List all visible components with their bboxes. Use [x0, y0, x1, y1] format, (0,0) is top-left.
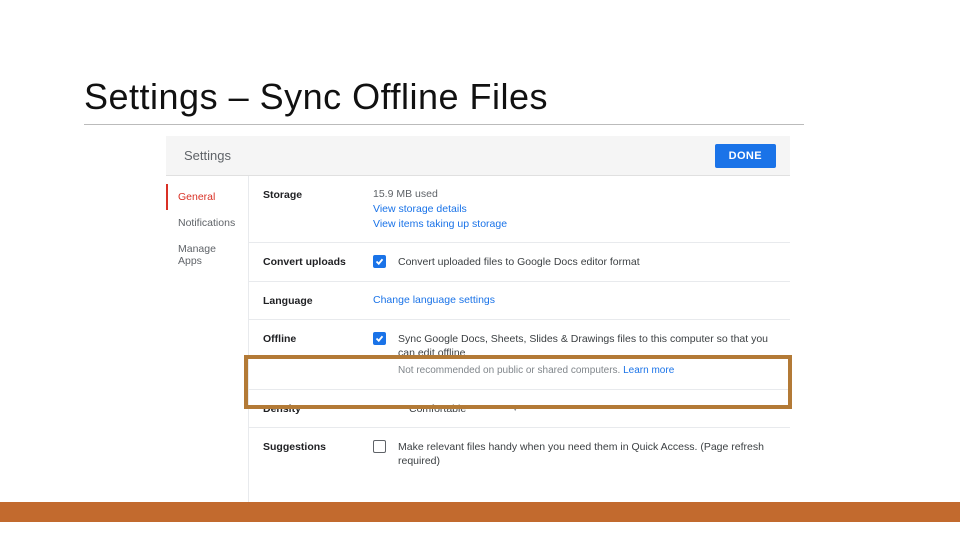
suggestions-value: Make relevant files handy when you need … — [373, 440, 776, 468]
settings-sidebar: General Notifications Manage Apps — [166, 176, 248, 516]
offline-text: Sync Google Docs, Sheets, Slides & Drawi… — [398, 333, 768, 359]
storage-value: 15.9 MB used View storage details View i… — [373, 188, 776, 230]
offline-checkbox[interactable] — [373, 332, 386, 345]
slide-footer-bar — [0, 502, 960, 522]
storage-label: Storage — [263, 188, 373, 230]
title-underline — [84, 124, 804, 125]
density-label: Density — [263, 402, 373, 415]
sidebar-item-general[interactable]: General — [166, 184, 248, 210]
offline-learn-more-link[interactable]: Learn more — [623, 365, 674, 376]
settings-header: Settings DONE — [166, 136, 790, 176]
convert-checkbox[interactable] — [373, 255, 386, 268]
sidebar-item-notifications[interactable]: Notifications — [166, 210, 248, 236]
convert-label: Convert uploads — [263, 255, 373, 269]
language-value: Change language settings — [373, 294, 776, 307]
row-storage: Storage 15.9 MB used View storage detail… — [249, 176, 790, 243]
storage-details-link[interactable]: View storage details — [373, 203, 776, 215]
row-offline: Offline Sync Google Docs, Sheets, Slides… — [249, 320, 790, 390]
offline-text-block: Sync Google Docs, Sheets, Slides & Drawi… — [398, 332, 776, 377]
row-density: Density Comfortable ▼ — [249, 390, 790, 428]
language-label: Language — [263, 294, 373, 307]
sidebar-item-manage-apps[interactable]: Manage Apps — [166, 236, 248, 274]
row-suggestions: Suggestions Make relevant files handy wh… — [249, 428, 790, 480]
suggestions-label: Suggestions — [263, 440, 373, 468]
storage-usage: 15.9 MB used — [373, 188, 438, 200]
done-button[interactable]: DONE — [715, 144, 776, 168]
settings-title: Settings — [184, 148, 231, 163]
convert-value: Convert uploaded files to Google Docs ed… — [373, 255, 776, 269]
slide-title: Settings – Sync Offline Files — [84, 76, 548, 118]
offline-hint: Not recommended on public or shared comp… — [398, 364, 776, 378]
language-link[interactable]: Change language settings — [373, 294, 776, 306]
density-selected[interactable]: Comfortable — [409, 403, 466, 415]
row-convert-uploads: Convert uploads Convert uploaded files t… — [249, 243, 790, 282]
offline-value: Sync Google Docs, Sheets, Slides & Drawi… — [373, 332, 776, 377]
settings-body: General Notifications Manage Apps Storag… — [166, 176, 790, 516]
row-language: Language Change language settings — [249, 282, 790, 320]
chevron-down-icon[interactable]: ▼ — [510, 403, 520, 414]
convert-text: Convert uploaded files to Google Docs ed… — [398, 255, 776, 269]
offline-label: Offline — [263, 332, 373, 377]
settings-content: Storage 15.9 MB used View storage detail… — [248, 176, 790, 516]
suggestions-text: Make relevant files handy when you need … — [398, 440, 776, 468]
suggestions-checkbox[interactable] — [373, 440, 386, 453]
offline-hint-text: Not recommended on public or shared comp… — [398, 365, 620, 376]
storage-items-link[interactable]: View items taking up storage — [373, 218, 776, 230]
settings-panel: Settings DONE General Notifications Mana… — [166, 136, 790, 516]
density-value: Comfortable ▼ — [373, 402, 776, 415]
